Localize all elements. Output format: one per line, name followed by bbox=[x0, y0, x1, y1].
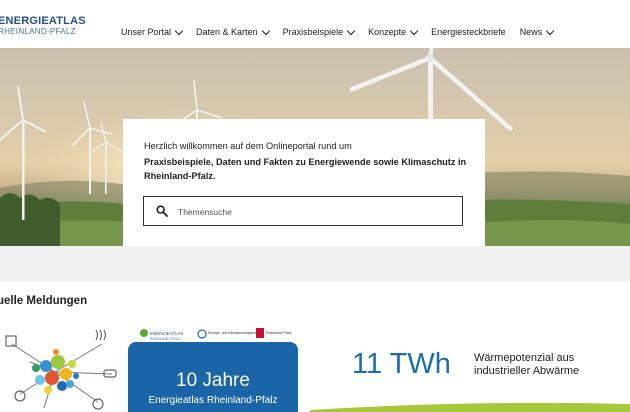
logo-subtitle: RHEINLAND-PFALZ bbox=[0, 27, 76, 36]
chevron-down-icon bbox=[346, 26, 356, 35]
welcome-text: Herzlich willkommen auf dem Onlineportal… bbox=[144, 141, 352, 151]
logo-text: Energie- und Klimaschutzagentur bbox=[208, 331, 259, 335]
chevron-down-icon bbox=[261, 26, 270, 35]
nav-label: Daten & Karten bbox=[196, 27, 258, 37]
logo-title: ENERGIEATLAS bbox=[0, 15, 86, 27]
nav-label: Unser Portal bbox=[121, 27, 172, 37]
chevron-down-icon bbox=[545, 26, 555, 35]
hero-banner: Herzlich willkommen auf dem Onlineportal… bbox=[0, 48, 630, 246]
nav-item-unser-portal[interactable]: Unser Portal bbox=[121, 26, 184, 37]
anniversary-title: 10 Jahre bbox=[176, 370, 250, 391]
nav-item-energiesteckbriefe[interactable]: Energiesteckbriefe bbox=[431, 27, 506, 37]
logo-text: Rheinland-Pfalz bbox=[266, 331, 292, 335]
search-box[interactable] bbox=[143, 196, 463, 226]
nav-item-news[interactable]: News bbox=[519, 26, 555, 37]
figure-value: 11 TWh bbox=[352, 348, 451, 380]
nav-label: Energiesteckbriefe bbox=[431, 27, 506, 37]
energy-network-illustration bbox=[5, 329, 117, 410]
welcome-text-bold: Praxisbeispiele, Daten und Fakten zu Ene… bbox=[144, 157, 467, 181]
nav-item-praxisbeispiele[interactable]: Praxisbeispiele bbox=[282, 26, 356, 37]
figure-description: Wärmepotenzial aus industrieller Abwärme bbox=[474, 352, 580, 377]
logo-text: ENERGIEATLAS bbox=[150, 331, 183, 336]
chevron-down-icon bbox=[409, 26, 419, 35]
chevron-down-icon bbox=[174, 26, 184, 35]
nav-item-daten-karten[interactable]: Daten & Karten bbox=[196, 26, 270, 37]
green-wave-decoration bbox=[310, 402, 630, 412]
site-header: ENERGIEATLAS RHEINLAND-PFALZ Unser Porta… bbox=[0, 0, 630, 48]
nav-label: News bbox=[519, 27, 543, 37]
news-card-waste-heat[interactable]: 11 TWh Wärmepotenzial aus industrieller … bbox=[310, 322, 630, 412]
site-logo[interactable]: ENERGIEATLAS RHEINLAND-PFALZ bbox=[0, 16, 86, 36]
nav-label: Konzepte bbox=[368, 27, 407, 37]
anniversary-subtitle: Energieatlas Rheinland-Pfalz bbox=[148, 395, 278, 406]
news-card-illustration[interactable] bbox=[0, 322, 122, 412]
news-section-heading: uelle Meldungen bbox=[0, 295, 88, 307]
nav-item-konzepte[interactable]: Konzepte bbox=[368, 26, 419, 37]
hero-bottom-strip bbox=[0, 246, 630, 282]
nav-label: Praxisbeispiele bbox=[282, 27, 344, 37]
logo-text: RHEINLAND-PFALZ bbox=[150, 337, 181, 341]
welcome-box: Herzlich willkommen auf dem Onlineportal… bbox=[123, 119, 485, 246]
news-card-anniversary[interactable]: ENERGIEATLAS RHEINLAND-PFALZ Energie- un… bbox=[128, 322, 300, 412]
main-nav: Unser Portal Daten & Karten Praxisbeispi… bbox=[121, 26, 567, 37]
search-input[interactable] bbox=[176, 203, 450, 221]
